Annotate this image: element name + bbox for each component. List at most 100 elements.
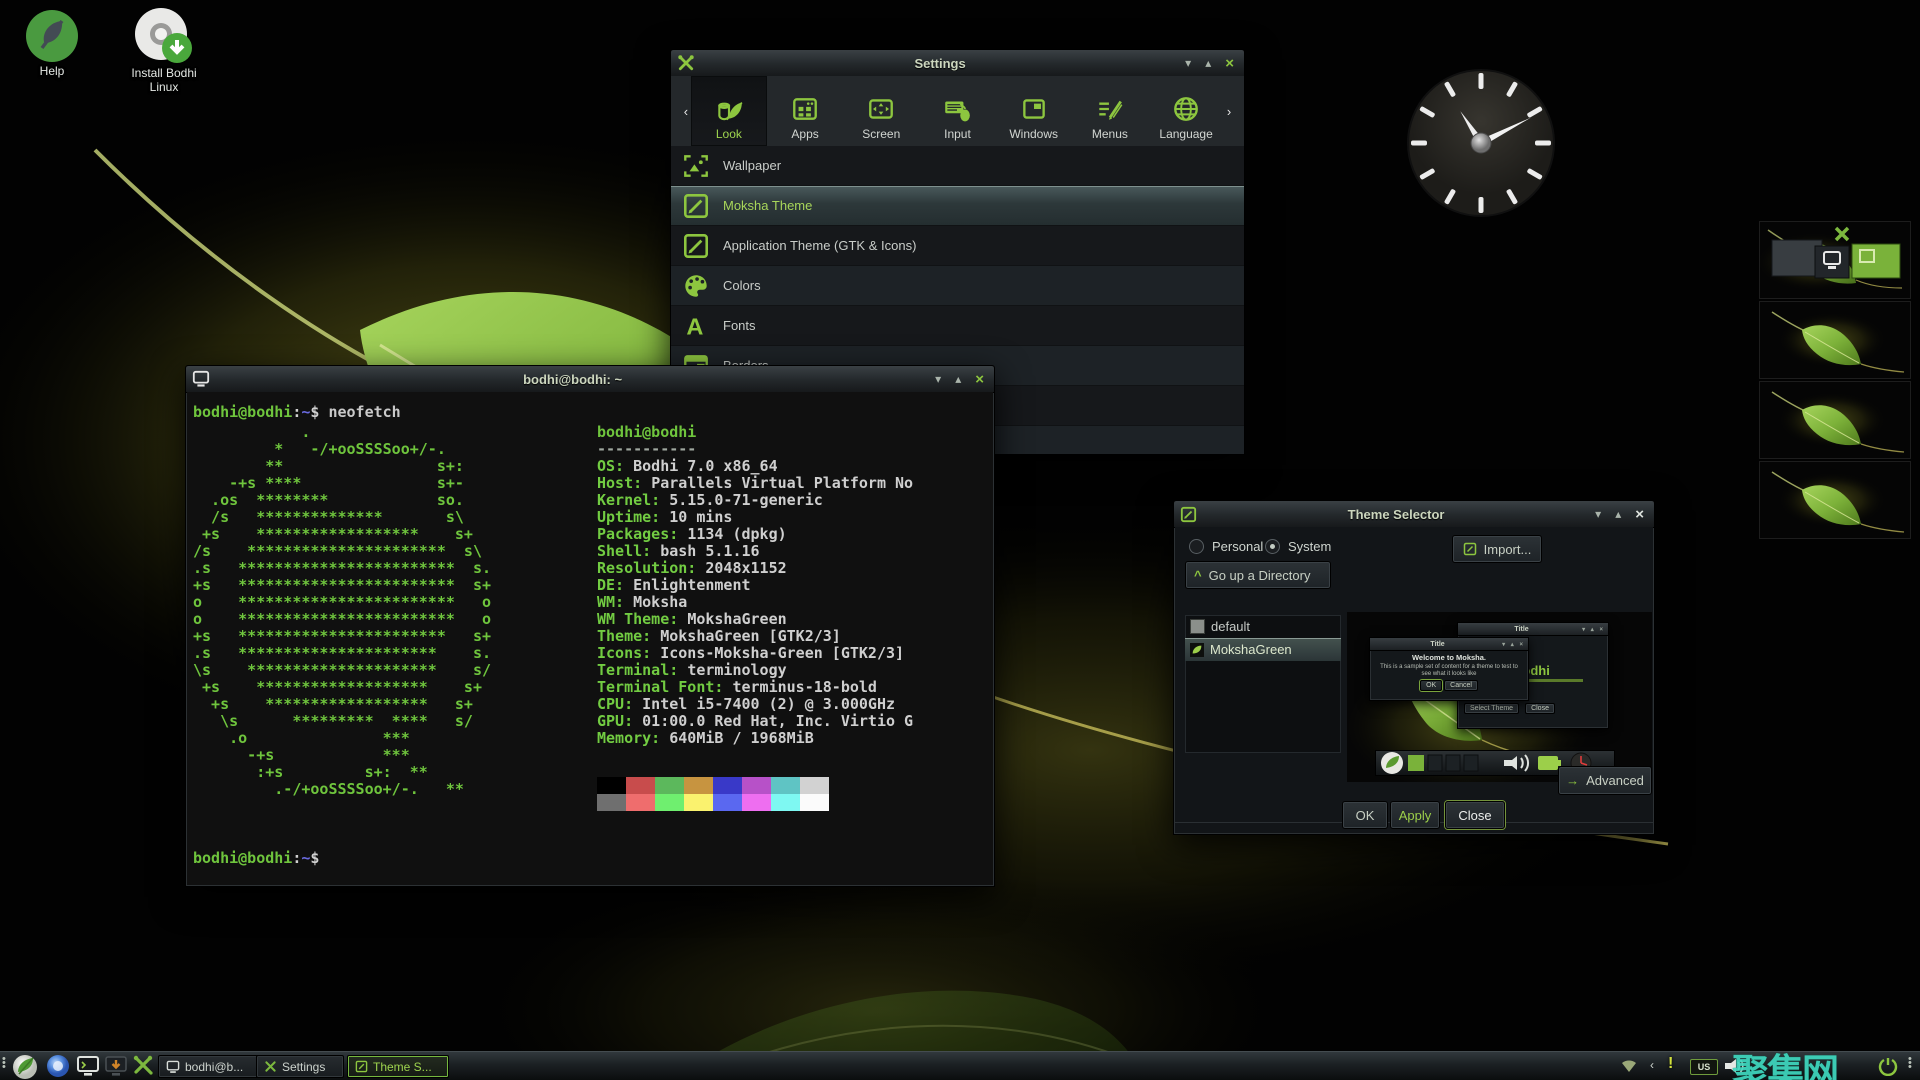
close-button[interactable]: Close (1445, 801, 1505, 829)
preview-heading: Welcome to Moksha. (1370, 653, 1528, 662)
taskbar-window-theme-selector[interactable]: Theme S... (347, 1055, 449, 1078)
clock-hub (1471, 133, 1491, 153)
iconify-button[interactable]: ▴ (1615, 507, 1621, 521)
settings-row-application-theme[interactable]: Application Theme (GTK & Icons) (671, 226, 1244, 266)
settings-row-label: Application Theme (GTK & Icons) (723, 238, 916, 253)
desktop-icon-label: Help (16, 64, 88, 78)
close-label: Close (1458, 808, 1491, 823)
apps-icon (790, 94, 820, 124)
go-up-label: Go up a Directory (1209, 568, 1311, 583)
language-icon (1171, 94, 1201, 124)
colors-icon (681, 271, 711, 301)
virtual-desktop-pager (1760, 222, 1910, 542)
settings-titlebar[interactable]: Settings ▾ ▴ × (671, 50, 1244, 77)
tab-windows[interactable]: Windows (996, 76, 1072, 146)
look-icon (714, 94, 744, 124)
import-button[interactable]: Import... (1452, 535, 1542, 563)
ok-button[interactable]: OK (1342, 801, 1388, 829)
close-button[interactable]: × (1635, 506, 1644, 523)
shell-prompt-line: bodhi@bodhi:~$ neofetch (193, 404, 401, 421)
terminal-icon (192, 370, 210, 388)
close-button[interactable]: × (1225, 55, 1234, 72)
terminology-app-icon[interactable] (76, 1054, 100, 1078)
tray-collapse-chevron[interactable]: ‹ (1650, 1058, 1654, 1072)
pager-desktop-2[interactable] (1760, 302, 1910, 378)
settings-row-label: Fonts (723, 318, 756, 333)
desktop-icon-help[interactable]: Help (16, 8, 88, 78)
settings-row-colors[interactable]: Colors (671, 266, 1244, 306)
settings-row-moksha-theme[interactable]: Moksha Theme (671, 186, 1244, 226)
theme-icon (1463, 542, 1477, 556)
window-title: Settings (701, 56, 1179, 71)
windows-icon (1019, 94, 1049, 124)
theme-file-list: default MokshaGreen (1185, 615, 1341, 753)
radio-label: Personal (1212, 539, 1263, 554)
arrow-right-icon: → (1566, 773, 1579, 788)
shade-button[interactable]: ▾ (1595, 507, 1601, 521)
theme-item-default[interactable]: default (1185, 615, 1341, 638)
theme-icon (1180, 506, 1197, 523)
theme-item-mokshagreen[interactable]: MokshaGreen (1185, 638, 1341, 661)
go-up-directory-button[interactable]: ^ Go up a Directory (1185, 561, 1331, 589)
bodhi-menu-button[interactable] (12, 1054, 36, 1078)
wifi-icon[interactable] (1620, 1058, 1644, 1080)
theme-item-label: default (1211, 619, 1250, 634)
tab-look[interactable]: Look (691, 76, 767, 146)
radio-circle (1265, 539, 1280, 554)
preview-close-button: Close (1525, 703, 1555, 714)
radio-personal[interactable]: Personal (1189, 539, 1263, 554)
settings-launcher-icon[interactable] (132, 1054, 156, 1078)
task-label: Settings (282, 1060, 325, 1074)
desktop-icon-install-bodhi[interactable]: Install Bodhi Linux (122, 6, 206, 94)
pager-desktop-1[interactable] (1760, 222, 1910, 298)
neofetch-underline: ----------- (597, 441, 913, 458)
tab-label: Screen (862, 127, 900, 141)
desktop-icon-label: Linux (122, 80, 206, 94)
neofetch-host: bodhi@bodhi (597, 424, 913, 441)
settings-row-fonts[interactable]: A Fonts (671, 306, 1244, 346)
screen-icon (866, 94, 896, 124)
taskbar-window-settings[interactable]: Settings (256, 1055, 344, 1078)
iconify-button[interactable]: ▴ (955, 372, 961, 386)
tab-input[interactable]: Input (919, 76, 995, 146)
terminal-titlebar[interactable]: bodhi@bodhi: ~ ▾ ▴ × (186, 366, 994, 393)
keyboard-layout-label: US (1698, 1062, 1711, 1072)
updates-app-icon[interactable] (104, 1054, 128, 1078)
web-browser-icon[interactable] (46, 1054, 70, 1078)
close-button[interactable]: × (975, 371, 984, 388)
tabbar-scroll-right[interactable]: › (1224, 76, 1234, 146)
tray-drag-handle[interactable]: ••• (1908, 1057, 1912, 1069)
power-icon[interactable] (1878, 1056, 1902, 1080)
tools-icon (264, 1060, 277, 1073)
tab-apps[interactable]: Apps (767, 76, 843, 146)
menus-icon (1095, 94, 1125, 124)
tab-screen[interactable]: Screen (843, 76, 919, 146)
analog-clock-widget[interactable] (1406, 68, 1556, 218)
alert-icon[interactable]: ! (1668, 1055, 1673, 1073)
radio-system[interactable]: System (1265, 539, 1331, 554)
theme-icon (681, 191, 711, 221)
task-label: bodhi@b... (185, 1060, 243, 1074)
bodhi-leaf-logo-icon (12, 1054, 38, 1080)
pager-desktop-3[interactable] (1760, 382, 1910, 458)
tab-language[interactable]: Language (1148, 76, 1224, 146)
apply-button[interactable]: Apply (1390, 801, 1440, 829)
taskbar-window-terminal[interactable]: bodhi@b... (158, 1055, 266, 1078)
shade-button[interactable]: ▾ (1185, 56, 1191, 70)
shade-button[interactable]: ▾ (935, 372, 941, 386)
theme-selector-window: Theme Selector ▾ ▴ × Personal System (1173, 500, 1655, 835)
tab-label: Menus (1092, 127, 1128, 141)
settings-row-wallpaper[interactable]: Wallpaper (671, 146, 1244, 186)
keyboard-layout-badge[interactable]: US (1690, 1059, 1718, 1075)
shelf-drag-handle[interactable]: ••• (2, 1057, 6, 1069)
wallpaper-icon (681, 151, 711, 181)
tabbar-scroll-left[interactable]: ‹ (681, 76, 691, 146)
tab-menus[interactable]: Menus (1072, 76, 1148, 146)
theme-selector-titlebar[interactable]: Theme Selector ▾ ▴ × (1174, 501, 1654, 528)
task-label: Theme S... (373, 1060, 432, 1074)
iconify-button[interactable]: ▴ (1205, 56, 1211, 70)
settings-category-tabbar: ‹ Look Apps (671, 76, 1244, 147)
pager-desktop-4[interactable] (1760, 462, 1910, 538)
tab-label: Look (716, 127, 742, 141)
advanced-button[interactable]: → Advanced (1558, 766, 1652, 795)
